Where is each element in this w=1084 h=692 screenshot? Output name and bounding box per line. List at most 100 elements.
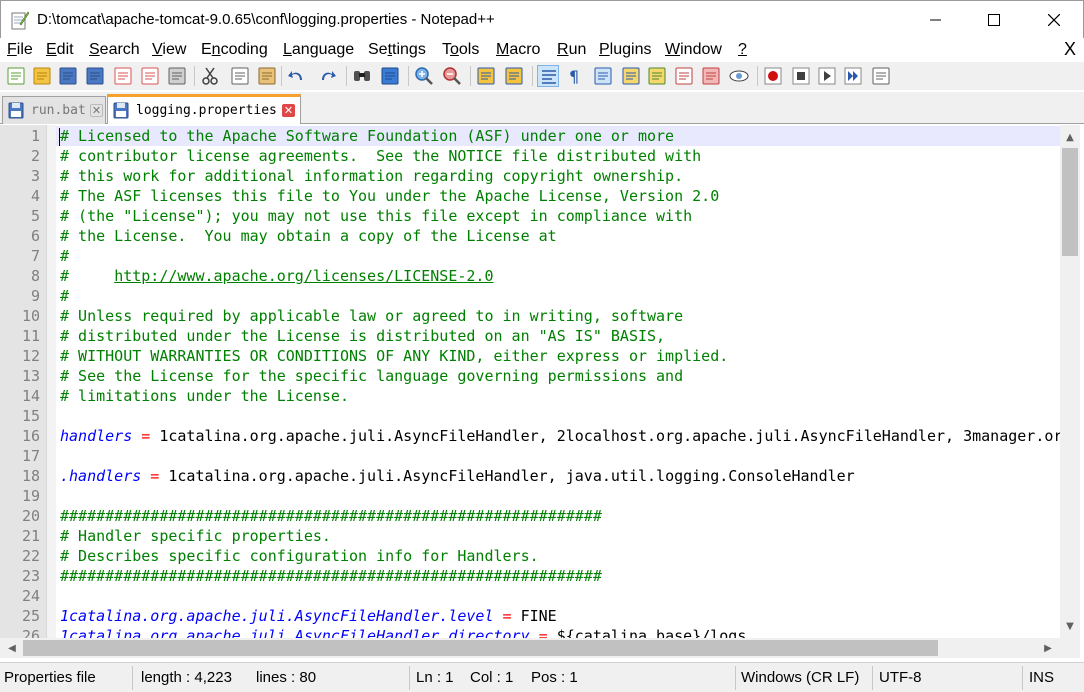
code-line[interactable]: ########################################… bbox=[56, 566, 1060, 586]
close-document-button[interactable]: X bbox=[1064, 39, 1076, 60]
code-line[interactable]: .handlers = 1catalina.org.apache.juli.As… bbox=[56, 466, 1060, 486]
code-line[interactable]: 1catalina.org.apache.juli.AsyncFileHandl… bbox=[56, 626, 1060, 638]
horizontal-scroll-thumb[interactable] bbox=[23, 640, 938, 656]
menu-language[interactable]: Language bbox=[283, 41, 354, 59]
code-line[interactable]: # Unless required by applicable law or a… bbox=[56, 306, 1060, 326]
find-button[interactable] bbox=[351, 65, 373, 87]
menu-help[interactable]: ? bbox=[738, 41, 747, 59]
cut-button[interactable] bbox=[199, 65, 221, 87]
menu-edit[interactable]: Edit bbox=[46, 41, 74, 59]
menu-macro[interactable]: Macro bbox=[496, 41, 540, 59]
function-list-button[interactable] bbox=[646, 65, 668, 87]
code-line[interactable]: # http://www.apache.org/licenses/LICENSE… bbox=[56, 266, 1060, 286]
code-line[interactable]: # Handler specific properties. bbox=[56, 526, 1060, 546]
menu-file[interactable]: File bbox=[7, 41, 33, 59]
code-line[interactable]: # bbox=[56, 246, 1060, 266]
sync-horizontal-button[interactable] bbox=[503, 65, 525, 87]
sync-vertical-button[interactable] bbox=[475, 65, 497, 87]
stop-macro-button[interactable] bbox=[790, 65, 812, 87]
status-eol[interactable]: Windows (CR LF) bbox=[741, 669, 859, 686]
code-line[interactable] bbox=[56, 586, 1060, 606]
code-line[interactable] bbox=[56, 486, 1060, 506]
horizontal-scrollbar[interactable]: ◀ ▶ bbox=[0, 638, 1060, 658]
scroll-right-icon[interactable]: ▶ bbox=[1038, 638, 1058, 658]
vertical-scroll-thumb[interactable] bbox=[1062, 148, 1078, 256]
code-line[interactable] bbox=[56, 406, 1060, 426]
menu-view[interactable]: View bbox=[152, 41, 186, 59]
code-line[interactable]: # See the License for the specific langu… bbox=[56, 366, 1060, 386]
menu-run[interactable]: Run bbox=[557, 41, 586, 59]
document-list-button[interactable] bbox=[700, 65, 722, 87]
scroll-up-icon[interactable]: ▲ bbox=[1060, 127, 1080, 147]
menu-plugins[interactable]: Plugins bbox=[599, 41, 651, 59]
close-all-button[interactable] bbox=[139, 65, 161, 87]
code-line[interactable]: # Describes specific configuration info … bbox=[56, 546, 1060, 566]
status-insert-mode[interactable]: INS bbox=[1029, 669, 1054, 686]
folder-as-workspace-button[interactable] bbox=[673, 65, 695, 87]
indent-guide-button[interactable] bbox=[592, 65, 614, 87]
menu-window[interactable]: Window bbox=[665, 41, 722, 59]
zoom-out-button[interactable] bbox=[441, 65, 463, 87]
code-line[interactable] bbox=[56, 446, 1060, 466]
tab-close-icon[interactable]: ✕ bbox=[282, 104, 295, 117]
minimize-button[interactable] bbox=[907, 1, 965, 39]
undo-button[interactable] bbox=[286, 65, 308, 87]
open-file-button[interactable] bbox=[31, 65, 53, 87]
menu-settings[interactable]: Settings bbox=[368, 41, 426, 59]
word-wrap-button[interactable] bbox=[537, 65, 559, 87]
code-line[interactable]: handlers = 1catalina.org.apache.juli.Asy… bbox=[56, 426, 1060, 446]
document-map-button[interactable] bbox=[620, 65, 642, 87]
code-line[interactable]: # the License. You may obtain a copy of … bbox=[56, 226, 1060, 246]
redo-icon bbox=[322, 71, 336, 80]
code-area[interactable]: # Licensed to the Apache Software Founda… bbox=[56, 125, 1060, 638]
save-macro-button[interactable] bbox=[870, 65, 892, 87]
play-macro-button[interactable] bbox=[816, 65, 838, 87]
menu-tools[interactable]: Tools bbox=[442, 41, 479, 59]
code-line[interactable]: # bbox=[56, 286, 1060, 306]
tab-logging-properties[interactable]: logging.properties ✕ bbox=[107, 94, 301, 124]
save-button[interactable] bbox=[57, 65, 79, 87]
code-line[interactable]: # WITHOUT WARRANTIES OR CONDITIONS OF AN… bbox=[56, 346, 1060, 366]
tab-close-icon[interactable]: ✕ bbox=[90, 104, 103, 117]
code-line[interactable]: ########################################… bbox=[56, 506, 1060, 526]
code-line[interactable]: 1catalina.org.apache.juli.AsyncFileHandl… bbox=[56, 606, 1060, 626]
copy-button[interactable] bbox=[229, 65, 251, 87]
code-line[interactable]: # distributed under the License is distr… bbox=[56, 326, 1060, 346]
code-line[interactable]: # this work for additional information r… bbox=[56, 166, 1060, 186]
record-macro-button[interactable] bbox=[762, 65, 784, 87]
menu-label-part: ile bbox=[16, 41, 33, 58]
scroll-left-icon[interactable]: ◀ bbox=[2, 638, 22, 658]
print-button[interactable] bbox=[166, 65, 188, 87]
close-window-button[interactable] bbox=[1025, 1, 1083, 39]
code-line[interactable]: # contributor license agreements. See th… bbox=[56, 146, 1060, 166]
maximize-button[interactable] bbox=[965, 1, 1023, 39]
close-button[interactable] bbox=[112, 65, 134, 87]
menu-search[interactable]: Search bbox=[89, 41, 140, 59]
toolbar-separator bbox=[408, 66, 409, 86]
paste-button[interactable] bbox=[256, 65, 278, 87]
status-encoding[interactable]: UTF-8 bbox=[879, 669, 922, 686]
assignment-operator: = bbox=[141, 467, 169, 485]
menu-encoding[interactable]: Encoding bbox=[201, 41, 268, 59]
show-all-chars-button[interactable]: ¶ bbox=[564, 65, 586, 87]
code-line-text: # limitations under the License. bbox=[60, 386, 349, 406]
tab-run-bat[interactable]: run.bat ✕ bbox=[2, 96, 106, 124]
scroll-down-icon[interactable]: ▼ bbox=[1060, 616, 1080, 636]
url-link[interactable]: http://www.apache.org/licenses/LICENSE-2… bbox=[114, 267, 493, 285]
code-line[interactable]: # limitations under the License. bbox=[56, 386, 1060, 406]
code-line[interactable]: # (the "License"); you may not use this … bbox=[56, 206, 1060, 226]
save-all-button[interactable] bbox=[84, 65, 106, 87]
redo-button[interactable] bbox=[316, 65, 338, 87]
fold-margin[interactable] bbox=[46, 125, 56, 638]
new-file-button[interactable] bbox=[5, 65, 27, 87]
menu-label-part: Se bbox=[368, 41, 388, 58]
code-line[interactable]: # The ASF licenses this file to You unde… bbox=[56, 186, 1060, 206]
monitoring-button[interactable] bbox=[728, 65, 750, 87]
print-icon bbox=[168, 67, 186, 85]
vertical-scrollbar[interactable]: ▲ ▼ bbox=[1060, 125, 1080, 638]
zoom-in-button[interactable] bbox=[413, 65, 435, 87]
replace-button[interactable] bbox=[379, 65, 401, 87]
run-macro-multiple-button[interactable] bbox=[842, 65, 864, 87]
code-line[interactable]: # Licensed to the Apache Software Founda… bbox=[56, 126, 1060, 146]
editor[interactable]: 1 2 3 4 5 6 7 8 9 10 11 12 13 14 15 16 17 18 19 20 21 22 23 24 2… bbox=[0, 125, 1084, 638]
